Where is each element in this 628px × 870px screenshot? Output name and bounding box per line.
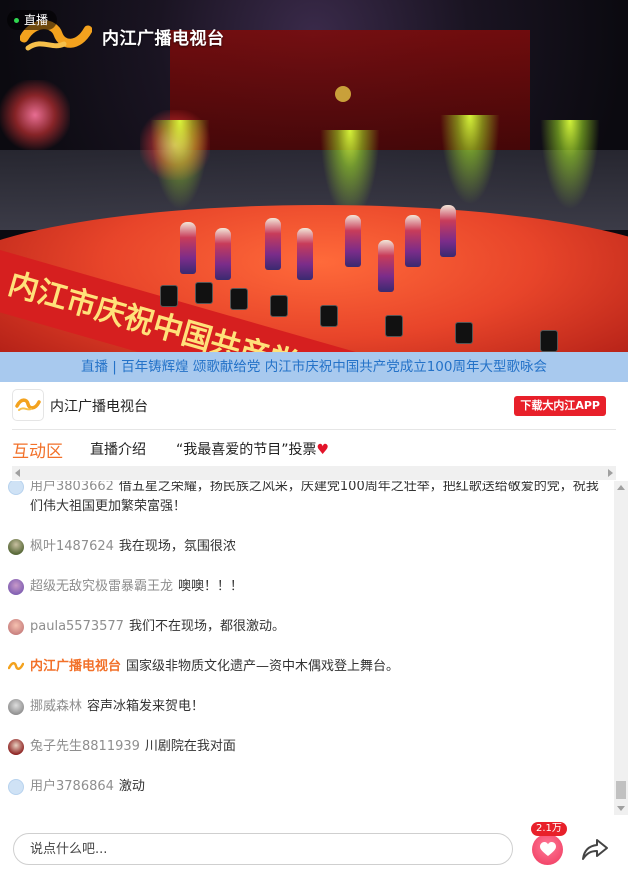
stage-light <box>440 115 500 205</box>
stage-speaker <box>270 295 288 317</box>
horizontal-scrollbar[interactable] <box>12 466 616 480</box>
user-avatar[interactable] <box>8 579 24 595</box>
share-button[interactable] <box>580 834 610 864</box>
comment-item: 用户3786864 激动 <box>0 772 614 802</box>
stage-speaker <box>540 330 558 352</box>
comment-item: 用户3803662 借五星之荣耀，扬民族之风采，庆建党100周年之壮举，把红歌送给… <box>0 481 614 522</box>
performer <box>180 222 196 274</box>
scroll-down-arrow-icon[interactable] <box>617 806 625 811</box>
scroll-left-arrow-icon[interactable] <box>15 469 20 477</box>
like-button[interactable] <box>532 834 563 865</box>
comment-item: 枫叶1487624 我在现场，氛围很浓 <box>0 532 614 562</box>
comment-item: 用户3786864激动 <box>0 812 614 815</box>
comment-list-content: 用户3803662 借五星之荣耀，扬民族之风采，庆建党100周年之壮举，把红歌送给… <box>0 481 614 815</box>
vertical-scrollbar[interactable] <box>614 481 628 815</box>
stage-light <box>0 80 70 150</box>
comment-username[interactable]: 内江广播电视台 <box>30 659 121 674</box>
share-arrow-icon <box>582 839 608 860</box>
user-avatar[interactable] <box>8 481 24 495</box>
scroll-up-arrow-icon[interactable] <box>617 485 625 490</box>
performer <box>405 215 421 267</box>
user-avatar[interactable] <box>8 739 24 755</box>
party-emblem <box>335 86 351 102</box>
user-avatar[interactable] <box>8 779 24 795</box>
channel-name[interactable]: 内江广播电视台 <box>50 396 148 416</box>
user-avatar[interactable] <box>8 699 24 715</box>
comment-item: 超级无敌究极雷暴霸王龙 噢噢！！！ <box>0 572 614 602</box>
stage-speaker <box>455 322 473 344</box>
comment-text: 我在现场，氛围很浓 <box>118 539 236 554</box>
stage-light <box>150 120 210 210</box>
tab-vote[interactable]: “我最喜爱的节目”投票♥ <box>176 439 329 459</box>
tab-live-intro[interactable]: 直播介绍 <box>90 439 146 459</box>
channel-row: 内江广播电视台 下载大内江APP <box>0 386 628 428</box>
comment-text: 容声冰箱发来贺电！ <box>87 699 205 714</box>
heart-icon <box>539 842 556 856</box>
comment-username[interactable]: 超级无敌究极雷暴霸王龙 <box>30 579 173 594</box>
live-title-bar: 直播 | 百年铸辉煌 颂歌献给党 内江市庆祝中国共产党成立100周年大型歌咏会 <box>0 352 628 382</box>
comment-username[interactable]: paula5573577 <box>30 619 124 634</box>
comment-text: 噢噢！！！ <box>178 579 244 594</box>
comment-text: 川剧院在我对面 <box>144 739 236 754</box>
channel-avatar[interactable] <box>12 389 44 421</box>
comment-item: 内江广播电视台 国家级非物质文化遗产—资中木偶戏登上舞台。 <box>0 652 614 682</box>
comment-item: paula5573577 我们不在现场，都很激动。 <box>0 612 614 642</box>
performer <box>297 228 313 280</box>
download-app-button[interactable]: 下载大内江APP <box>514 396 606 416</box>
bottom-bar: 2.1万 <box>0 816 628 870</box>
heart-icon: ♥ <box>316 442 330 458</box>
station-name: 内江广播电视台 <box>102 28 225 49</box>
comment-list[interactable]: 用户3803662 借五星之荣耀，扬民族之风采，庆建党100周年之壮举，把红歌送给… <box>0 481 614 815</box>
comment-username[interactable]: 用户3803662 <box>30 481 114 494</box>
user-avatar[interactable] <box>8 619 24 635</box>
comment-username[interactable]: 枫叶1487624 <box>30 539 114 554</box>
stage-speaker <box>385 315 403 337</box>
comment-username[interactable]: 兔子先生8811939 <box>30 739 140 754</box>
user-avatar[interactable] <box>8 539 24 555</box>
performer <box>345 215 361 267</box>
live-badge-label: 直播 <box>24 13 49 27</box>
scroll-right-arrow-icon[interactable] <box>608 469 613 477</box>
station-logo-icon <box>15 398 41 411</box>
scrollbar-thumb[interactable] <box>616 781 626 799</box>
comment-text: 借五星之荣耀，扬民族之风采，庆建党100周年之壮举，把红歌送给敬爱的党，祝我们伟… <box>30 481 599 514</box>
live-video-player[interactable]: 内江市庆祝中国共产党成立100周年 内江广播电视台 直播 <box>0 0 628 352</box>
station-logo-icon[interactable] <box>7 659 25 675</box>
comment-text: 国家级非物质文化遗产—资中木偶戏登上舞台。 <box>126 659 400 674</box>
performer <box>215 228 231 280</box>
stage-speaker <box>320 305 338 327</box>
comment-username[interactable]: 挪威森林 <box>30 699 82 714</box>
tab-bar: 互动区 直播介绍 “我最喜爱的节目”投票♥ <box>0 434 628 464</box>
stage-speaker <box>230 288 248 310</box>
comment-item: 挪威森林 容声冰箱发来贺电！ <box>0 692 614 722</box>
tab-vote-label: “我最喜爱的节目”投票 <box>176 442 317 458</box>
performer <box>440 205 456 257</box>
live-badge: 直播 <box>7 10 58 30</box>
stage-light <box>540 120 600 210</box>
live-dot-icon <box>14 17 19 23</box>
comment-item: 兔子先生8811939 川剧院在我对面 <box>0 732 614 762</box>
stage-speaker <box>160 285 178 307</box>
stage-speaker <box>195 282 213 304</box>
divider <box>12 429 616 430</box>
performer <box>265 218 281 270</box>
comment-input[interactable] <box>13 833 513 865</box>
like-count-badge: 2.1万 <box>531 822 567 836</box>
comment-text: 激动 <box>118 779 145 794</box>
comment-username[interactable]: 用户3786864 <box>30 779 114 794</box>
tab-interaction[interactable]: 互动区 <box>12 437 63 462</box>
comment-text: 我们不在现场，都很激动。 <box>128 619 285 634</box>
performer <box>378 240 394 292</box>
